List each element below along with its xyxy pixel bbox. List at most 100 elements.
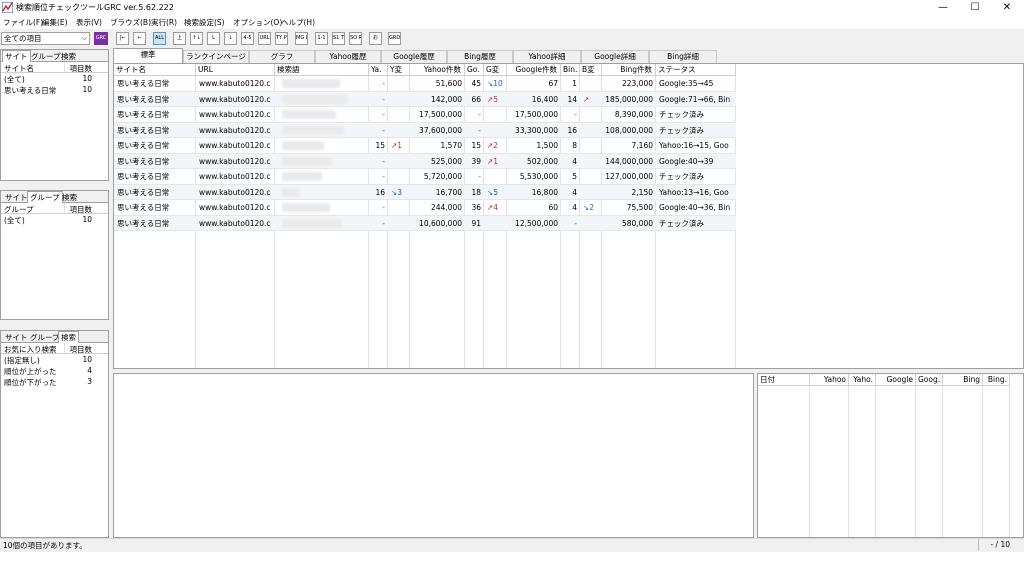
list-item[interactable]: (全て) 10 xyxy=(1,73,108,84)
tab-group[interactable]: グループ xyxy=(27,191,63,203)
column-keyword[interactable]: 検索語 xyxy=(275,64,369,76)
tab-yahoo-history[interactable]: Yahoo履歴 xyxy=(315,50,381,63)
column-date[interactable]: 日付 xyxy=(758,374,810,386)
toolbar-url-button[interactable]: URL xyxy=(258,32,271,45)
toolbar-updown-button[interactable]: ↑↓ xyxy=(190,32,203,45)
tab-site[interactable]: サイト xyxy=(3,192,30,203)
tab-google-history[interactable]: Google履歴 xyxy=(381,50,447,63)
toolbar-favorite-button[interactable]: お xyxy=(369,32,382,45)
toolbar-mgdb-button[interactable]: MG DB xyxy=(295,32,308,45)
cell-bing-rank: 16 xyxy=(567,125,577,135)
column-status[interactable]: ステータス xyxy=(656,64,736,76)
table-row[interactable]: 思い考える日常 www.kabuto0120.c - 5,720,000 - 5,530,… xyxy=(114,169,736,185)
toolbar-45-button[interactable]: 4-5 xyxy=(241,32,254,45)
tab-bing-detail[interactable]: Bing詳細 xyxy=(649,50,717,63)
menu-browse[interactable]: ブラウズ(B) xyxy=(110,17,151,28)
tab-standard[interactable]: 標準 xyxy=(113,48,183,63)
table-row[interactable]: 思い考える日常 www.kabuto0120.c - 37,600,000 - 33,30… xyxy=(114,122,736,138)
toolbar-back-button[interactable]: ← xyxy=(133,32,146,45)
table-row[interactable]: 思い考える日常 www.kabuto0120.c 15 ↗1 1,570 15 ↗2 1,50… xyxy=(114,138,736,154)
toolbar-soro-button[interactable]: SO RO xyxy=(349,32,362,45)
table-row[interactable]: 思い考える日常 www.kabuto0120.c - 10,600,000 91 12,5… xyxy=(114,215,736,231)
detail-pane[interactable] xyxy=(113,373,754,538)
toolbar-up-button[interactable]: 上 xyxy=(173,32,186,45)
column-google-change[interactable]: Goog. xyxy=(916,374,943,386)
cell-yahoo-rank: - xyxy=(382,203,385,212)
cell-keyword-redacted xyxy=(282,79,340,88)
tab-group[interactable]: グループ xyxy=(28,332,62,343)
column-google[interactable]: Google xyxy=(876,374,916,386)
table-row[interactable]: 思い考える日常 www.kabuto0120.c - 51,600 45 ↘10 67 1 22… xyxy=(114,76,736,92)
column-yahoo-count[interactable]: Yahoo件数 xyxy=(410,64,465,76)
toolbar-s1tb-button[interactable]: S1 TB xyxy=(332,32,345,45)
column-site-name[interactable]: サイト名 xyxy=(114,64,196,76)
menu-file[interactable]: ファイル(F) xyxy=(3,17,43,28)
menu-help[interactable]: ヘルプ(H) xyxy=(281,17,315,28)
toolbar-typb-button[interactable]: TY PB xyxy=(275,32,288,45)
cell-google-rank: 66 xyxy=(471,94,481,104)
toolbar-first-button[interactable]: |← xyxy=(116,32,129,45)
tab-yahoo-detail[interactable]: Yahoo詳細 xyxy=(513,50,581,63)
toolbar-down-button[interactable]: ↓ xyxy=(224,32,237,45)
tab-search[interactable]: 検索 xyxy=(58,331,79,343)
group-panel-tabs: サイト グループ 検索 xyxy=(1,191,108,203)
table-row[interactable]: 思い考える日常 www.kabuto0120.c - 244,000 36 ↗4 60 4 ↘2… xyxy=(114,200,736,216)
column-google-rank[interactable]: Go. xyxy=(465,64,484,76)
column-yahoo-change[interactable]: Y変 xyxy=(388,64,410,76)
cell-bing-count: 144,000,000 xyxy=(605,156,653,166)
menu-run[interactable]: 実行(R) xyxy=(151,17,177,28)
cell-google-count: 1,500 xyxy=(536,141,558,150)
tab-graph[interactable]: グラフ xyxy=(249,50,315,63)
menu-view[interactable]: 表示(V) xyxy=(76,17,102,28)
tab-search[interactable]: 検索 xyxy=(60,192,79,203)
column-yahoo-change[interactable]: Yaho. xyxy=(849,374,876,386)
tab-search[interactable]: 検索 xyxy=(59,51,78,62)
table-row[interactable]: 思い考える日常 www.kabuto0120.c - 142,000 66 ↗5 16,40… xyxy=(114,91,736,107)
column-yahoo-rank[interactable]: Ya. xyxy=(369,64,388,76)
toolbar-l-button[interactable]: L xyxy=(207,32,220,45)
minimize-button[interactable]: — xyxy=(928,0,958,15)
cell-bing-change xyxy=(580,216,602,231)
cell-bing-count: 75,500 xyxy=(626,203,653,212)
table-row[interactable]: 思い考える日常 www.kabuto0120.c - 17,500,000 - 17,50… xyxy=(114,107,736,123)
filter-dropdown[interactable]: 全ての項目 ⌵ xyxy=(1,32,90,45)
tab-rank-in-page[interactable]: ランクインページ xyxy=(183,50,249,63)
column-google-count[interactable]: Google件数 xyxy=(507,64,561,76)
menu-edit[interactable]: 編集(E) xyxy=(42,17,68,28)
list-item[interactable]: (全て) 10 xyxy=(1,214,108,225)
tab-site[interactable]: サイト xyxy=(3,332,30,343)
column-bing-change[interactable]: Bing. xyxy=(983,374,1010,386)
column-bing-change[interactable]: B変 xyxy=(580,64,602,76)
grc-button[interactable]: GRC xyxy=(94,32,108,45)
toolbar-11-button[interactable]: 1-1 xyxy=(315,32,328,45)
cell-status: チェック済み xyxy=(659,172,704,181)
table-row[interactable]: 思い考える日常 www.kabuto0120.c - 525,000 39 ↗1 502,0… xyxy=(114,153,736,169)
menu-search-settings[interactable]: 検索設定(S) xyxy=(184,17,225,28)
column-url[interactable]: URL xyxy=(196,64,275,76)
toolbar-all-button[interactable]: ALL xyxy=(153,32,166,45)
menu-options[interactable]: オプション(O) xyxy=(233,17,282,28)
list-item[interactable]: 順位が上がった 4 xyxy=(1,365,108,376)
cell-google-count: 67 xyxy=(548,79,558,88)
cell-yahoo-change xyxy=(388,92,410,107)
tab-bing-history[interactable]: Bing履歴 xyxy=(447,50,513,63)
cell-url: www.kabuto0120.c xyxy=(199,79,271,88)
table-row[interactable]: 思い考える日常 www.kabuto0120.c 16 ↘3 16,700 18 ↘5 16,… xyxy=(114,184,736,200)
column-bing[interactable]: Bing xyxy=(943,374,983,386)
list-item[interactable]: (指定無し) 10 xyxy=(1,354,108,365)
cell-bing-change xyxy=(580,138,602,153)
column-yahoo[interactable]: Yahoo xyxy=(810,374,849,386)
close-button[interactable]: ✕ xyxy=(992,0,1022,15)
list-item[interactable]: 順位が下がった 3 xyxy=(1,376,108,387)
column-bing-rank[interactable]: Bin. xyxy=(561,64,580,76)
tab-group[interactable]: グループ xyxy=(29,51,63,62)
cell-bing-count: 127,000,000 xyxy=(605,172,653,181)
toolbar-grdup-button[interactable]: GRD UP xyxy=(388,32,401,45)
list-item[interactable]: 思い考える日常 10 xyxy=(1,84,108,95)
column-bing-count[interactable]: Bing件数 xyxy=(602,64,656,76)
tab-site[interactable]: サイト xyxy=(2,50,31,62)
maximize-button[interactable]: ☐ xyxy=(960,0,990,15)
column-google-change[interactable]: G変 xyxy=(484,64,507,76)
tab-google-detail[interactable]: Google詳細 xyxy=(581,50,649,63)
cell-yahoo-change xyxy=(388,216,410,231)
